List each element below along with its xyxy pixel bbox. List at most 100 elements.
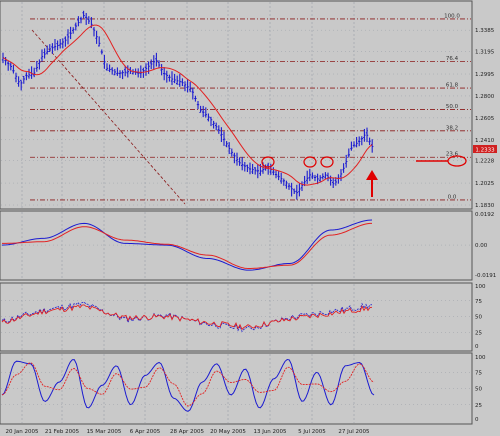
price-bar — [105, 63, 109, 71]
price-bar — [191, 87, 194, 100]
price-bar — [33, 67, 36, 78]
price-bar — [79, 16, 83, 24]
rsi-y-tick-0: 100 — [475, 284, 486, 290]
price-bar — [274, 170, 278, 179]
price-bar — [43, 48, 46, 59]
price-bar — [95, 30, 98, 44]
price-bar — [352, 141, 356, 148]
price-bar — [74, 22, 77, 31]
rsi-panel — [0, 282, 473, 352]
price-bar — [82, 10, 85, 19]
current-price-label: 1.2333 — [475, 148, 495, 154]
chart-svg: 100.076.461.850.038.223.60.0 1.33851.319… — [0, 0, 497, 435]
price-bar — [324, 172, 327, 180]
price-bar — [321, 173, 324, 180]
price-bar — [230, 148, 233, 157]
price-bar — [40, 49, 44, 62]
price-bar — [306, 170, 309, 184]
x-axis: 20 Jan 2005 21 Feb 2005 15 Mar 2005 6 Apr 2… — [6, 429, 371, 435]
price-bar — [290, 182, 293, 197]
main-y-tick-8: 1.1830 — [475, 203, 495, 209]
main-y-tick-0: 1.3385 — [475, 28, 495, 34]
price-bar — [202, 105, 205, 118]
price-bar — [194, 95, 197, 102]
price-bar — [137, 68, 140, 78]
main-y-tick-4: 1.2605 — [475, 116, 495, 122]
price-bar — [300, 181, 304, 192]
price-bar — [157, 60, 161, 68]
main-y-tick-1: 1.3195 — [475, 50, 495, 56]
price-bar — [118, 70, 122, 79]
price-bar — [285, 180, 288, 189]
main-y-tick-5: 1.2410 — [475, 138, 495, 144]
price-bar — [368, 137, 371, 146]
diagonal-trend-line — [31, 29, 186, 205]
fib-label-6: 0.0 — [448, 194, 457, 200]
price-bar — [319, 175, 322, 183]
price-bar — [165, 70, 168, 83]
price-bar — [220, 127, 223, 143]
price-bar — [241, 156, 244, 171]
price-bar — [189, 81, 192, 93]
price-bar — [228, 142, 231, 155]
price-bar — [22, 75, 25, 84]
price-bar — [204, 107, 207, 118]
price-bar — [116, 67, 119, 76]
x-tick-label-5: 20 May 2005 — [210, 429, 246, 435]
main-y-tick-3: 1.2800 — [475, 94, 495, 100]
stochastic-y-tick-2: 50 — [475, 387, 482, 393]
stochastic-y-tick-1: 75 — [475, 370, 482, 376]
price-bar — [238, 157, 241, 166]
price-bar — [209, 116, 213, 127]
price-bar — [365, 127, 369, 143]
fib-label-4: 38.2 — [446, 125, 458, 131]
price-bar — [176, 75, 179, 85]
price-bar — [217, 125, 220, 134]
moving-average — [2, 24, 373, 186]
price-bar — [308, 168, 311, 182]
price-bar — [38, 59, 41, 70]
price-bar — [7, 60, 10, 71]
price-bar — [48, 44, 51, 52]
fib-label-0: 100.0 — [444, 13, 460, 19]
moving-average-line — [2, 24, 373, 186]
price-bar — [77, 16, 80, 27]
stochastic-y-tick-0: 100 — [475, 355, 486, 361]
price-bar — [183, 81, 187, 92]
price-bar — [313, 174, 317, 182]
price-bar — [311, 172, 314, 179]
price-bar — [298, 183, 301, 197]
price-bar — [14, 72, 18, 83]
fib-label-3: 50.0 — [446, 104, 459, 110]
price-bar — [69, 26, 72, 40]
swing-circle-3 — [320, 156, 334, 168]
price-bar — [256, 164, 259, 179]
price-bar — [111, 67, 114, 75]
price-bar — [152, 55, 155, 70]
price-bar — [12, 64, 15, 74]
price-bar — [339, 169, 343, 182]
price-bar — [150, 59, 153, 70]
price-bar — [287, 183, 291, 190]
fib-label-2: 61.8 — [446, 83, 459, 89]
rsi-y-tick-2: 50 — [475, 315, 482, 321]
price-bar — [72, 27, 75, 34]
price-bar — [277, 171, 280, 181]
price-bar — [337, 174, 340, 184]
macd-panel — [0, 210, 473, 281]
price-bar — [170, 71, 174, 86]
price-bar — [139, 65, 142, 79]
price-bar — [20, 79, 23, 91]
price-bar — [251, 163, 254, 175]
indicator-lines — [1, 219, 375, 412]
annotations — [261, 155, 467, 197]
price-bar — [155, 52, 158, 67]
price-bar — [53, 38, 57, 51]
price-bar — [126, 65, 129, 78]
price-bar — [181, 78, 184, 87]
price-bar — [160, 64, 163, 76]
price-bar — [243, 161, 246, 172]
grid-lines — [1, 2, 471, 423]
fib-label-1: 76.4 — [446, 56, 459, 62]
price-bar — [59, 39, 62, 49]
